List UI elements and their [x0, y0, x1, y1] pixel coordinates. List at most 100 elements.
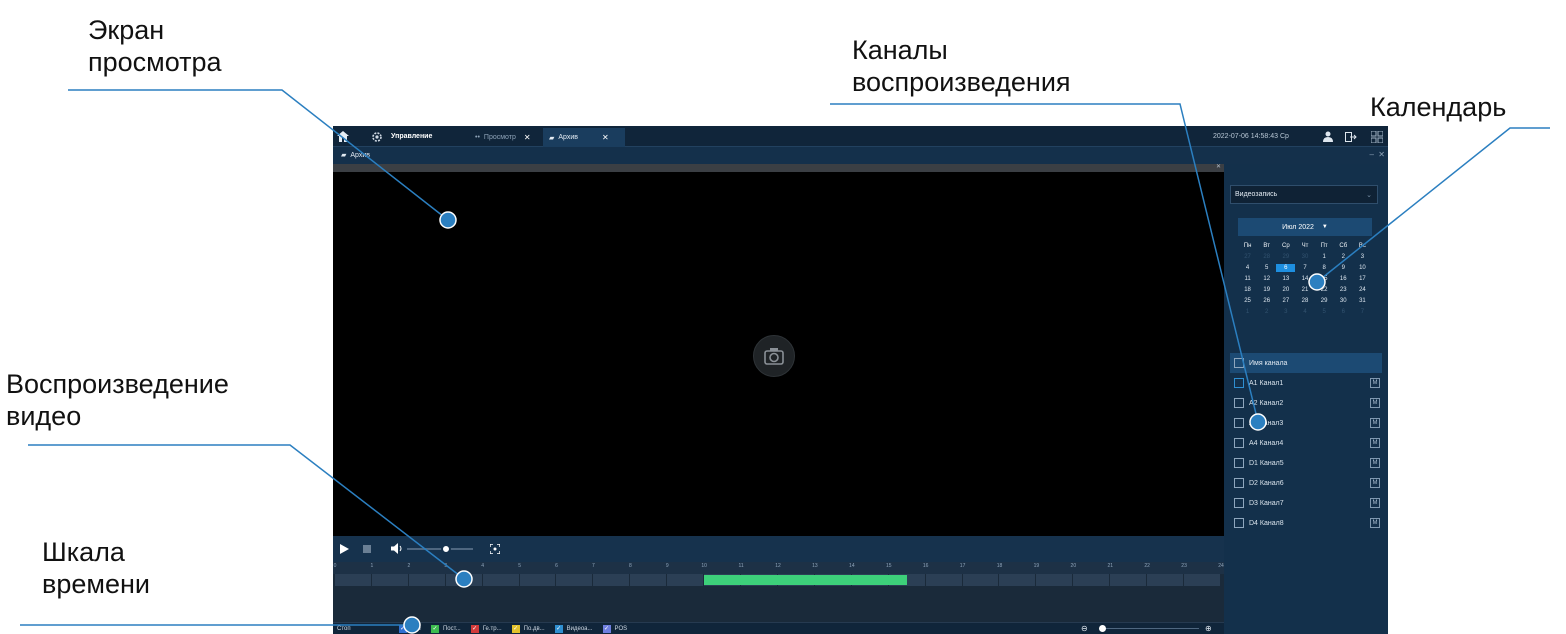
stop-icon[interactable]: [363, 545, 371, 553]
channel-checkbox[interactable]: [1234, 478, 1244, 488]
calendar-day[interactable]: 5: [1315, 308, 1334, 316]
channel-row[interactable]: A3 Канал3 M: [1230, 413, 1382, 433]
channel-checkbox[interactable]: [1234, 518, 1244, 528]
tab-archive-close-icon[interactable]: ✕: [602, 133, 609, 142]
channel-stream-button[interactable]: M: [1370, 518, 1380, 528]
record-type-select[interactable]: Видеозапись ⌄: [1230, 185, 1378, 204]
tab-view-close-icon[interactable]: ✕: [524, 133, 531, 142]
minimize-icon[interactable]: –: [1370, 150, 1374, 159]
volume-slider[interactable]: [407, 544, 473, 554]
calendar-day[interactable]: 28: [1257, 253, 1276, 261]
timeline-hour-cell[interactable]: [593, 574, 631, 586]
home-icon[interactable]: [337, 126, 349, 147]
viewer-close-icon[interactable]: ✕: [1216, 163, 1221, 170]
calendar-day[interactable]: 10: [1353, 264, 1372, 272]
zoom-out-icon[interactable]: ⊖: [1081, 624, 1088, 633]
legend-checkbox[interactable]: ✓: [554, 624, 563, 633]
calendar-day[interactable]: 27: [1276, 297, 1295, 305]
timeline-hour-cell[interactable]: [1184, 574, 1221, 586]
calendar-day[interactable]: 28: [1295, 297, 1314, 305]
channel-checkbox[interactable]: [1234, 378, 1244, 388]
volume-icon[interactable]: [391, 543, 403, 556]
timeline-hour-cell[interactable]: [1036, 574, 1074, 586]
timeline-hour-cell[interactable]: [963, 574, 1000, 586]
calendar-day[interactable]: 4: [1238, 264, 1257, 272]
channel-stream-button[interactable]: M: [1370, 498, 1380, 508]
legend-item[interactable]: ✓ Видеоа...: [554, 624, 593, 633]
timeline-hour-cell[interactable]: [1147, 574, 1185, 586]
calendar-day[interactable]: 6: [1334, 308, 1353, 316]
channel-stream-button[interactable]: M: [1370, 478, 1380, 488]
zoom-slider[interactable]: [1099, 625, 1199, 632]
legend-item[interactable]: ✓ Все: [398, 624, 421, 633]
legend-checkbox[interactable]: ✓: [470, 624, 479, 633]
channel-row[interactable]: D3 Канал7 M: [1230, 493, 1382, 513]
calendar-day[interactable]: 31: [1353, 297, 1372, 305]
calendar-day[interactable]: 27: [1238, 253, 1257, 261]
calendar-day[interactable]: 23: [1334, 286, 1353, 294]
timeline-hour-cell[interactable]: [926, 574, 963, 586]
channel-row[interactable]: A1 Канал1 M: [1230, 373, 1382, 393]
logout-icon[interactable]: [1345, 126, 1357, 147]
calendar-day[interactable]: 30: [1295, 253, 1314, 261]
legend-item[interactable]: ✓ Пост...: [430, 624, 461, 633]
channel-row[interactable]: D2 Канал6 M: [1230, 473, 1382, 493]
legend-checkbox[interactable]: ✓: [511, 624, 520, 633]
channel-checkbox[interactable]: [1234, 498, 1244, 508]
timeline-hour-cell[interactable]: [630, 574, 668, 586]
calendar-day[interactable]: 15: [1315, 275, 1334, 283]
zoom-handle[interactable]: [1099, 625, 1106, 632]
channel-checkbox[interactable]: [1234, 438, 1244, 448]
recording-segment[interactable]: [704, 575, 908, 585]
channel-stream-button[interactable]: M: [1370, 398, 1380, 408]
user-icon[interactable]: [1323, 126, 1333, 147]
timeline-hour-cell[interactable]: [1110, 574, 1148, 586]
zoom-in-icon[interactable]: ⊕: [1205, 624, 1212, 633]
timeline-hour-cell[interactable]: [667, 574, 705, 586]
timeline-hour-cell[interactable]: [520, 574, 557, 586]
timeline-hour-cell[interactable]: [372, 574, 409, 586]
calendar-day[interactable]: 9: [1334, 264, 1353, 272]
channel-checkbox[interactable]: [1234, 418, 1244, 428]
calendar-day[interactable]: 29: [1276, 253, 1295, 261]
calendar-day[interactable]: 22: [1315, 286, 1334, 294]
close-icon[interactable]: ✕: [1378, 150, 1385, 159]
calendar-day[interactable]: 29: [1315, 297, 1334, 305]
timeline-hour-cell[interactable]: [1000, 574, 1037, 586]
tab-archive[interactable]: ▰ Архив ✕: [543, 128, 625, 147]
calendar-day[interactable]: 14: [1295, 275, 1314, 283]
channel-row[interactable]: A2 Канал2 M: [1230, 393, 1382, 413]
legend-checkbox[interactable]: ✓: [602, 624, 611, 633]
calendar-day[interactable]: 13: [1276, 275, 1295, 283]
legend-item[interactable]: ✓ Ге.тр...: [470, 624, 502, 633]
calendar-day[interactable]: 26: [1257, 297, 1276, 305]
calendar-day[interactable]: 17: [1353, 275, 1372, 283]
timeline-hour-cell[interactable]: [557, 574, 594, 586]
channel-row[interactable]: D4 Канал8 M: [1230, 513, 1382, 533]
calendar-day[interactable]: 7: [1295, 264, 1314, 272]
play-icon[interactable]: [340, 544, 349, 556]
calendar-day[interactable]: 1: [1238, 308, 1257, 316]
channel-row[interactable]: A4 Канал4 M: [1230, 433, 1382, 453]
legend-checkbox[interactable]: ✓: [398, 624, 407, 633]
calendar-day[interactable]: 6: [1276, 264, 1296, 272]
calendar-day[interactable]: 19: [1257, 286, 1276, 294]
channel-checkbox[interactable]: [1234, 398, 1244, 408]
channel-row[interactable]: D1 Канал5 M: [1230, 453, 1382, 473]
calendar-day[interactable]: 21: [1295, 286, 1314, 294]
legend-item[interactable]: ✓ По.дв...: [511, 624, 545, 633]
calendar-day[interactable]: 3: [1353, 253, 1372, 261]
grid-icon[interactable]: [1371, 126, 1383, 147]
calendar-day[interactable]: 12: [1257, 275, 1276, 283]
calendar-day[interactable]: 7: [1353, 308, 1372, 316]
calendar-day[interactable]: 4: [1295, 308, 1314, 316]
calendar-day[interactable]: 25: [1238, 297, 1257, 305]
timeline-hour-cell[interactable]: [409, 574, 446, 586]
calendar-day[interactable]: 20: [1276, 286, 1295, 294]
calendar-day[interactable]: 5: [1257, 264, 1276, 272]
channel-checkbox[interactable]: [1234, 458, 1244, 468]
volume-handle[interactable]: [441, 544, 451, 554]
gear-icon[interactable]: [371, 126, 383, 147]
calendar-day[interactable]: 11: [1238, 275, 1257, 283]
timeline-hour-cell[interactable]: [446, 574, 483, 586]
